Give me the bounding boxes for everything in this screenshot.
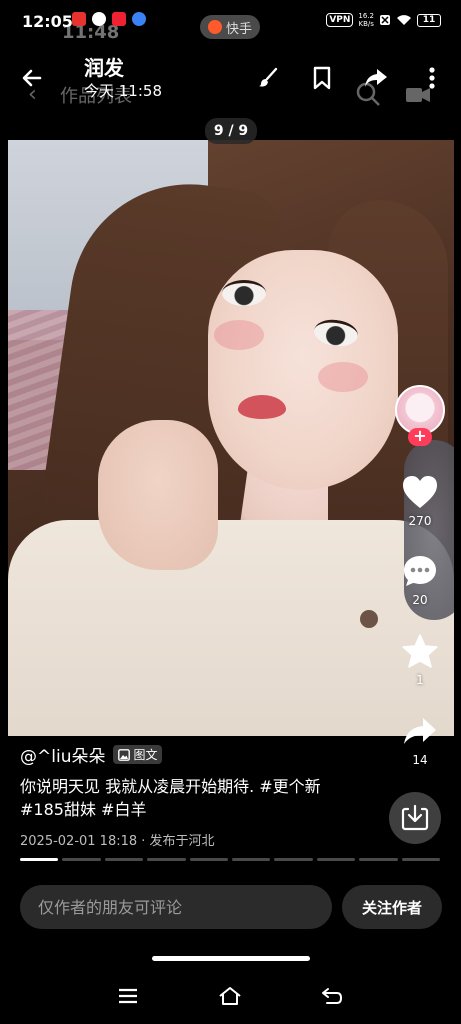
photo-blush [214, 320, 264, 350]
caption-line: 你说明天见 我就从凌晨开始期待. #更个新 [20, 777, 321, 796]
share-button[interactable] [360, 62, 392, 94]
favorite-button[interactable]: 1 [398, 633, 442, 687]
progress-segment [316, 858, 356, 861]
page-indicator: 9 / 9 [205, 118, 257, 144]
page-subtitle: 今天 11:58 [84, 82, 162, 100]
back-nav-button[interactable] [320, 984, 344, 1008]
author-name[interactable]: @^liu朵朵 [20, 742, 105, 767]
net-speed-unit: KB/s [358, 20, 374, 28]
progress-segment [401, 858, 441, 861]
app-notification-icon [72, 12, 86, 26]
wifi-icon [397, 15, 411, 25]
bookmark-icon [313, 66, 331, 90]
status-time: 12:05 [22, 12, 73, 31]
more-button[interactable] [418, 62, 446, 94]
comment-button[interactable]: 20 [398, 553, 442, 607]
vpn-badge: VPN [326, 13, 354, 27]
share-arrow-icon [365, 69, 387, 87]
progress-segment [359, 858, 398, 861]
kuaishou-logo-icon [207, 20, 222, 34]
battery-indicator: 11 [417, 13, 441, 27]
star-icon [402, 634, 438, 668]
photo-lips [238, 395, 286, 419]
forward-button[interactable]: 14 [398, 713, 442, 767]
forward-arrow-icon [404, 718, 436, 744]
back-button[interactable] [14, 60, 50, 96]
sim-icon [380, 15, 390, 25]
arrow-left-icon [22, 69, 42, 87]
app-notification-icon [112, 12, 126, 26]
image-icon [118, 748, 131, 761]
notification-icons [72, 12, 146, 26]
like-button[interactable]: 270 [398, 474, 442, 528]
photo-jacket-button [360, 610, 378, 628]
net-speed-value: 16.2 [358, 12, 374, 20]
favorite-count: 1 [416, 673, 424, 687]
brush-button[interactable] [252, 62, 284, 94]
comment-count: 20 [412, 593, 428, 607]
progress-segment [20, 858, 59, 861]
top-nav: ‹ 作品列表 润发 今天 11:58 [0, 44, 461, 108]
menu-nav-button[interactable] [116, 984, 140, 1008]
forward-count: 14 [412, 753, 428, 767]
net-speed: 16.2 KB/s [358, 12, 374, 28]
bookmark-button[interactable] [306, 62, 338, 94]
image-progress-bar [20, 858, 441, 861]
app-notification-icon [132, 12, 146, 26]
home-indicator[interactable] [152, 956, 310, 961]
page-title: 润发 [84, 56, 124, 80]
photo-hand [98, 420, 218, 570]
menu-icon [119, 988, 137, 1004]
progress-segment [232, 858, 271, 861]
follow-author-button[interactable]: 关注作者 [342, 885, 442, 929]
comment-bubble-icon [404, 556, 436, 586]
post-type-badge: 图文 [113, 745, 163, 764]
like-count: 270 [408, 514, 432, 528]
app-notification-icon [92, 12, 106, 26]
photo-eye [222, 280, 266, 306]
progress-segment [147, 858, 186, 861]
photo-jacket [8, 520, 454, 736]
progress-segment [274, 858, 313, 861]
download-button[interactable] [389, 792, 441, 844]
post-photo[interactable] [8, 140, 454, 736]
progress-segment [62, 858, 101, 861]
home-nav-button[interactable] [218, 984, 242, 1008]
kuaishou-label: 快手 [225, 21, 252, 37]
brush-icon [259, 67, 278, 87]
photo-blush [318, 362, 368, 392]
comment-input[interactable] [20, 885, 332, 929]
post-meta: 2025-02-01 18:18 · 发布于河北 [20, 834, 215, 849]
caption-hashtags[interactable]: #185甜妹 #白羊 [20, 799, 146, 821]
return-icon [322, 988, 342, 1004]
system-status-icons: VPN 16.2 KB/s 11 [326, 12, 441, 28]
progress-segment [189, 858, 229, 861]
kuaishou-pill[interactable]: 快手 [200, 15, 260, 39]
home-icon [219, 987, 241, 1005]
heart-icon [403, 476, 437, 508]
progress-segment [104, 858, 144, 861]
post-type-label: 图文 [133, 748, 158, 762]
download-icon [401, 804, 429, 831]
more-vertical-icon [429, 67, 435, 89]
status-bar: 11:48 12:05 快手 VPN 16.2 KB/s 11 [0, 0, 461, 43]
author-row: @^liu朵朵 图文 [20, 742, 163, 767]
follow-plus-button[interactable]: + [408, 428, 432, 446]
